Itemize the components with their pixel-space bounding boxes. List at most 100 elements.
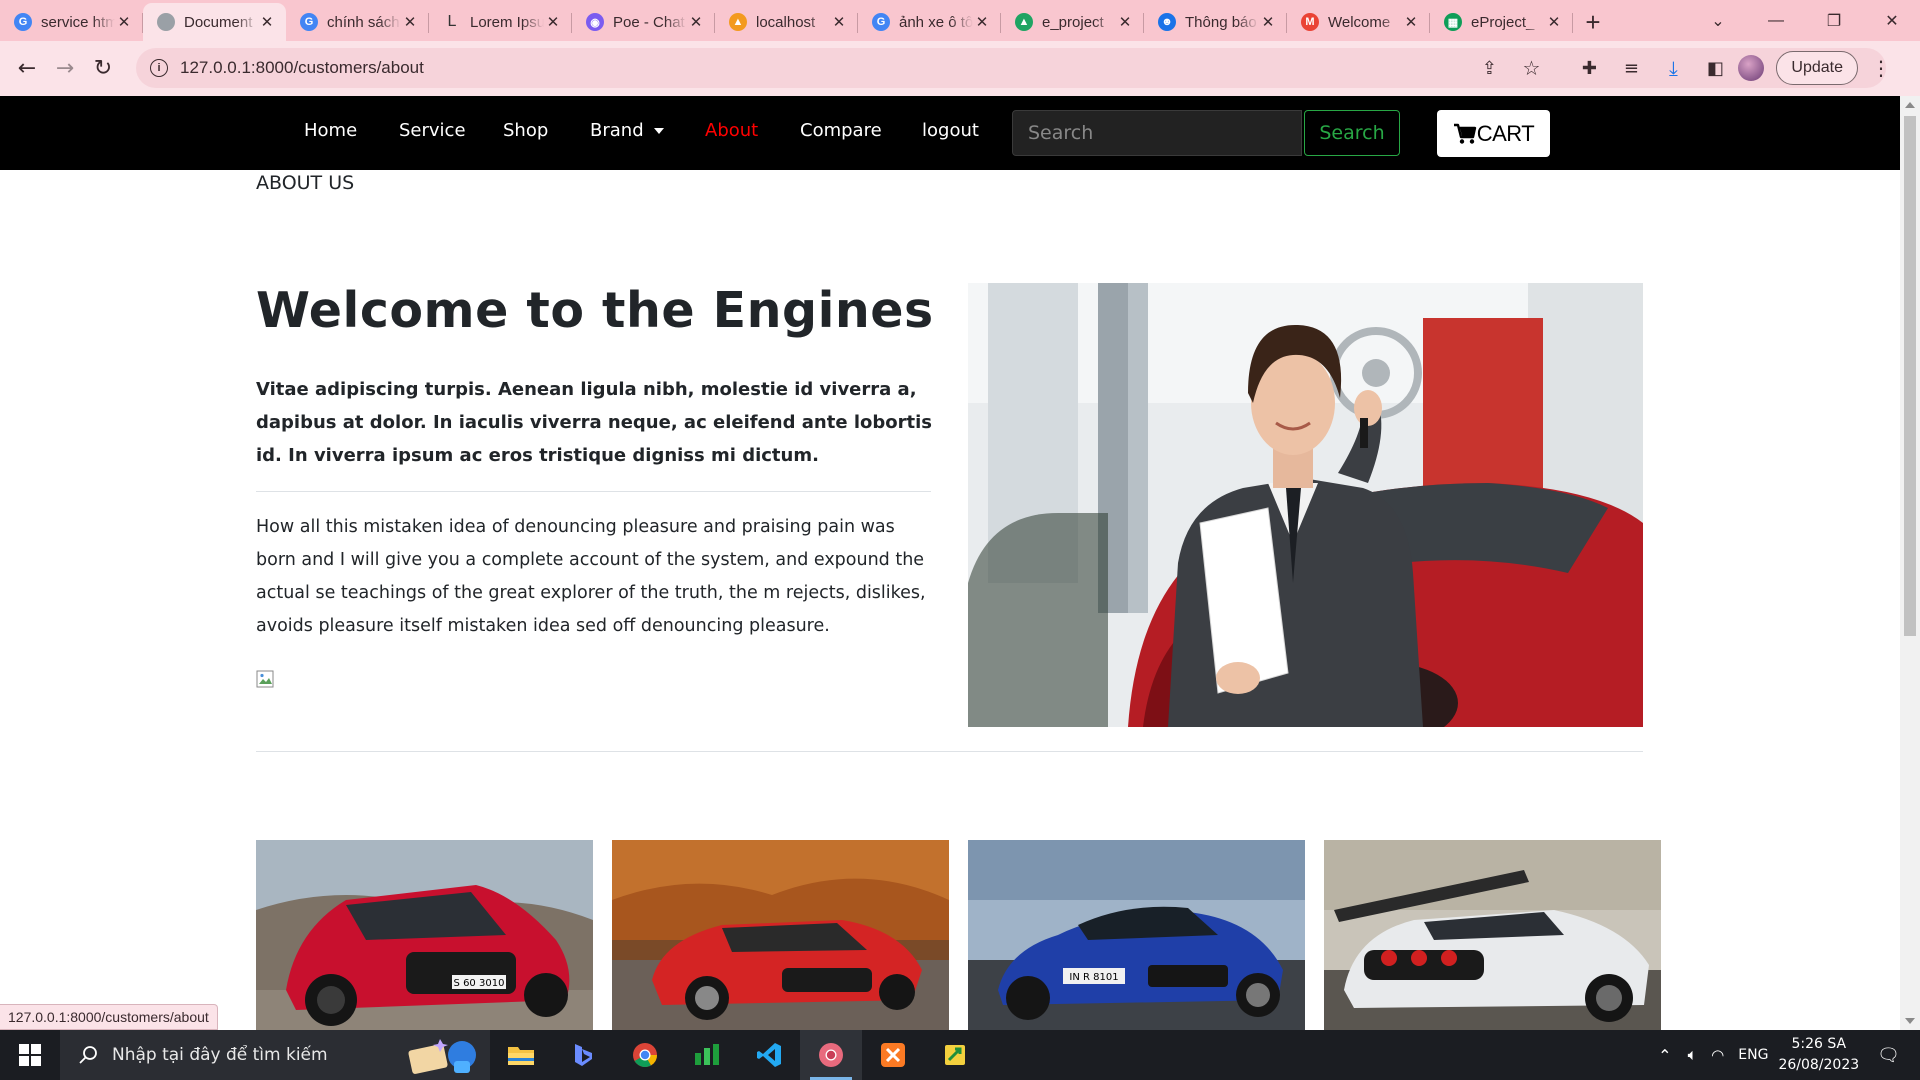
cart-button[interactable]: CART — [1437, 110, 1550, 157]
car-card[interactable] — [612, 840, 949, 1030]
system-tray: ⌃ 🔈︎ ◠ ENG 5:26 SA 26/08/2023 🗨︎ — [1658, 1030, 1920, 1080]
share-icon[interactable]: ⇪ — [1470, 49, 1508, 87]
google-icon: G — [300, 13, 318, 31]
tab-close-icon[interactable]: ✕ — [401, 13, 419, 31]
nav-brand-dropdown[interactable]: Brand — [590, 120, 664, 141]
taskbar-app-copilot[interactable] — [552, 1030, 614, 1080]
tray-overflow-chevron-icon[interactable]: ⌃ — [1658, 1046, 1671, 1065]
tab-close-icon[interactable]: ✕ — [258, 13, 276, 31]
nav-home[interactable]: Home — [304, 120, 357, 141]
tab-close-icon[interactable]: ✕ — [544, 13, 562, 31]
profile-avatar[interactable] — [1738, 55, 1765, 81]
tool-app-icon — [945, 1045, 965, 1065]
tab-title: ảnh xe ô tô — [899, 13, 973, 31]
tab-close-icon[interactable]: ✕ — [1402, 13, 1420, 31]
nav-about[interactable]: About — [705, 120, 758, 141]
car-image-red-suv: S 60 3010 — [256, 840, 593, 1030]
tab-title: localhost — [756, 13, 816, 31]
search-highlight-illustration-icon — [408, 1039, 476, 1074]
start-button[interactable] — [0, 1030, 60, 1080]
clock-date: 26/08/2023 — [1778, 1057, 1860, 1073]
browser-tab[interactable]: ▦ eProject_ ✕ — [1430, 3, 1573, 41]
taskbar-app-chrome-active[interactable] — [800, 1030, 862, 1080]
browser-tab[interactable]: ☻ Thông báo ✕ — [1144, 3, 1287, 41]
browser-tab[interactable]: L Lorem Ipsum✕ — [429, 3, 572, 41]
taskbar-app-tool[interactable] — [924, 1030, 986, 1080]
taskbar-search-box[interactable]: Nhập tại đây để tìm kiếm — [60, 1030, 490, 1080]
tab-close-icon[interactable]: ✕ — [115, 13, 133, 31]
tab-title: service html — [41, 13, 115, 31]
volume-icon[interactable]: 🔈︎ — [1688, 1045, 1698, 1065]
restore-icon[interactable]: ❐ — [1806, 0, 1862, 41]
extensions-icon[interactable]: ✚ — [1570, 49, 1608, 87]
taskbar-app-xampp[interactable] — [862, 1030, 924, 1080]
side-panel-icon[interactable]: ◧ — [1696, 49, 1734, 87]
taskbar-app-spreadsheet[interactable] — [676, 1030, 738, 1080]
site-navbar: Home Service Shop Brand About Compare lo… — [0, 96, 1900, 170]
browser-tab[interactable]: Gservice html ✕ — [0, 3, 143, 41]
tab-title: Document — [184, 13, 253, 31]
body-paragraph: How all this mistaken idea of denouncing… — [256, 517, 926, 636]
drive-icon: ▲ — [1015, 13, 1033, 31]
close-window-icon[interactable]: ✕ — [1864, 0, 1920, 41]
forward-icon[interactable]: → — [46, 50, 84, 88]
site-info-icon[interactable]: i — [150, 59, 168, 77]
browser-tab[interactable]: Gchính sách ✕ — [286, 3, 429, 41]
status-url-tooltip: 127.0.0.1:8000/customers/about — [0, 1004, 218, 1030]
new-tab-icon[interactable]: + — [1573, 3, 1613, 41]
back-icon[interactable]: ← — [8, 50, 46, 88]
car-card[interactable]: S 60 3010 — [256, 840, 593, 1030]
broken-image-icon — [256, 670, 274, 688]
nav-compare[interactable]: Compare — [800, 120, 882, 141]
download-icon[interactable]: ⤓ — [1654, 49, 1692, 87]
notifications-icon[interactable]: 🗨︎ — [1877, 1045, 1900, 1066]
xampp-icon — [881, 1043, 905, 1067]
car-image-white-corvette — [1324, 840, 1661, 1030]
tab-title: e_project — [1042, 13, 1104, 31]
menu-kebab-icon[interactable]: ⋮ — [1862, 49, 1900, 87]
car-card[interactable] — [1324, 840, 1661, 1030]
browser-tab[interactable]: ◉ Poe - Chat ✕ — [572, 3, 715, 41]
browser-tab[interactable]: M Welcome ✕ — [1287, 3, 1430, 41]
vscode-icon — [757, 1043, 781, 1067]
nav-service[interactable]: Service — [399, 120, 466, 141]
scroll-down-arrow-icon[interactable] — [1905, 1018, 1915, 1024]
chrome-profile-icon — [819, 1043, 843, 1067]
car-card[interactable]: IN R 8101 — [968, 840, 1305, 1030]
lead-paragraph: Vitae adipiscing turpis. Aenean ligula n… — [256, 379, 932, 466]
car-image-red-audi-tt — [612, 840, 949, 1030]
browser-tab[interactable]: ▲ e_project ✕ — [1001, 3, 1144, 41]
bookmark-star-icon[interactable]: ☆ — [1512, 49, 1550, 87]
nav-logout[interactable]: logout — [922, 120, 979, 141]
search-button[interactable]: Search — [1304, 110, 1400, 156]
clock[interactable]: 5:26 SA 26/08/2023 — [1778, 1034, 1859, 1076]
page-scrollbar[interactable] — [1900, 96, 1920, 1030]
taskbar-app-vscode[interactable] — [738, 1030, 800, 1080]
update-button[interactable]: Update — [1776, 51, 1858, 85]
taskbar-app-file-explorer[interactable] — [490, 1030, 552, 1080]
browser-tab[interactable]: Document ✕ — [143, 3, 286, 41]
tab-search-icon[interactable]: ⌄ — [1690, 0, 1746, 41]
tab-close-icon[interactable]: ✕ — [973, 13, 991, 31]
contacts-icon: ☻ — [1158, 13, 1176, 31]
scroll-up-arrow-icon[interactable] — [1905, 102, 1915, 108]
reload-icon[interactable]: ↻ — [84, 50, 122, 88]
tab-close-icon[interactable]: ✕ — [1259, 13, 1277, 31]
taskbar-app-chrome[interactable] — [614, 1030, 676, 1080]
nav-shop[interactable]: Shop — [503, 120, 548, 141]
minimize-icon[interactable]: — — [1748, 0, 1804, 41]
reading-list-icon[interactable]: ≡ — [1612, 49, 1650, 87]
tab-close-icon[interactable]: ✕ — [1116, 13, 1134, 31]
tab-close-icon[interactable]: ✕ — [687, 13, 705, 31]
tab-close-icon[interactable]: ✕ — [1545, 13, 1563, 31]
toolbar-actions: ⇪ ☆ ✚ ≡ ⤓ ◧ Update ⋮ — [1470, 49, 1900, 87]
tab-close-icon[interactable]: ✕ — [830, 13, 848, 31]
scroll-thumb[interactable] — [1904, 116, 1916, 636]
section-title: ABOUT US — [256, 172, 355, 194]
browser-tab[interactable]: Gảnh xe ô tô ✕ — [858, 3, 1001, 41]
cart-label: CART — [1476, 120, 1535, 146]
search-input[interactable] — [1012, 110, 1302, 156]
browser-tab[interactable]: ▲ localhost ✕ — [715, 3, 858, 41]
network-icon[interactable]: ◠ — [1711, 1046, 1724, 1064]
language-indicator[interactable]: ENG — [1738, 1047, 1768, 1063]
